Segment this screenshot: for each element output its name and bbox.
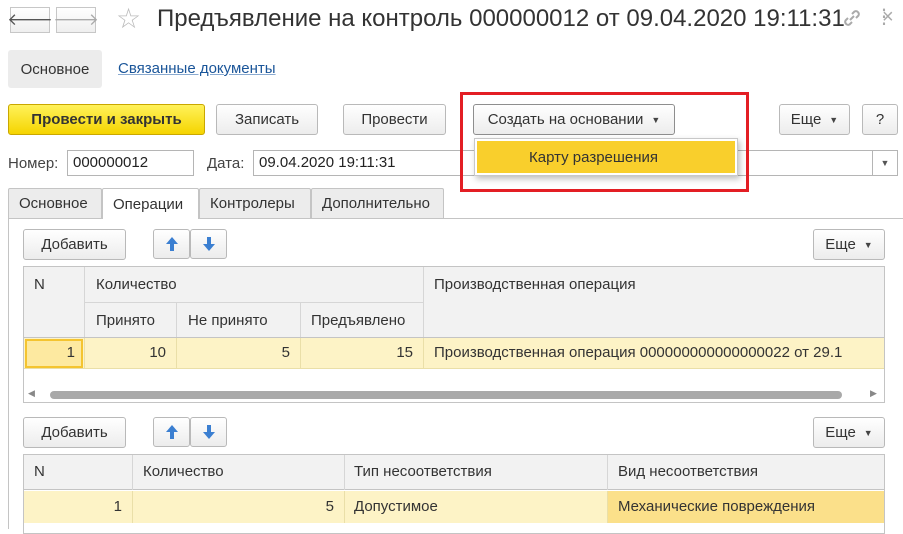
arrow-right-icon: 🡒 xyxy=(53,10,99,29)
nav-related-documents[interactable]: Связанные документы xyxy=(118,60,276,77)
tab-main[interactable]: Основное xyxy=(8,188,102,218)
post-and-close-button[interactable]: Провести и закрыть xyxy=(8,104,205,135)
add-button-2[interactable]: Добавить xyxy=(23,417,126,448)
col-quantity-header[interactable]: Количество xyxy=(96,276,177,293)
create-based-on-popup: Карту разрешения xyxy=(474,138,738,176)
arrow-up-icon xyxy=(165,425,178,439)
create-based-on-button[interactable]: Создать на основании ▼ xyxy=(473,104,675,135)
cell-presented: 15 xyxy=(396,344,413,361)
col-quantity-header[interactable]: Количество xyxy=(143,463,224,480)
forward-button[interactable]: 🡒 xyxy=(53,7,99,33)
cell-operation: Производственная операция 00000000000000… xyxy=(434,344,843,361)
cell-quantity: 5 xyxy=(325,498,334,515)
scrollbar-thumb[interactable] xyxy=(50,391,842,399)
table-row[interactable]: 1 10 5 15 Производственная операция 0000… xyxy=(24,338,884,369)
more-button[interactable]: Еще ▼ xyxy=(779,104,850,135)
tab-controllers[interactable]: Контролеры xyxy=(199,188,311,218)
cell-not-accepted: 5 xyxy=(281,344,290,361)
chevron-down-icon: ▼ xyxy=(863,239,873,250)
col-n-header[interactable]: N xyxy=(34,276,45,293)
arrow-up-icon xyxy=(165,237,178,251)
date-label: Дата: xyxy=(207,155,245,172)
add-button[interactable]: Добавить xyxy=(23,229,126,260)
scroll-left-icon[interactable]: ◀ xyxy=(28,388,35,399)
col-n-header[interactable]: N xyxy=(34,463,45,480)
page-title: Предъявление на контроль 000000012 от 09… xyxy=(157,5,845,32)
cell-type: Допустимое xyxy=(354,498,438,515)
move-down-button-2[interactable] xyxy=(190,417,227,447)
col-not-accepted-header[interactable]: Не принято xyxy=(188,312,268,329)
help-button[interactable]: ? xyxy=(862,104,898,135)
table-row[interactable]: 1 5 Допустимое Механические повреждения xyxy=(24,491,884,523)
move-down-button[interactable] xyxy=(190,229,227,259)
col-presented-header[interactable]: Предъявлено xyxy=(311,312,405,329)
scroll-right-icon[interactable]: ▶ xyxy=(870,388,877,399)
number-label: Номер: xyxy=(8,155,59,172)
col-kind-header[interactable]: Вид несоответствия xyxy=(618,463,758,480)
chevron-down-icon: ▼ xyxy=(651,114,661,125)
col-operation-header[interactable]: Производственная операция xyxy=(434,276,636,293)
chevron-down-icon: ▼ xyxy=(880,158,890,168)
nav-main[interactable]: Основное xyxy=(8,50,102,88)
move-up-button-2[interactable] xyxy=(153,417,190,447)
arrow-down-icon xyxy=(202,425,215,439)
save-button[interactable]: Записать xyxy=(216,104,318,135)
operations-table: N Количество Производственная операция П… xyxy=(23,266,885,403)
star-icon[interactable]: ☆ xyxy=(116,4,141,34)
menu-item-permit-card[interactable]: Карту разрешения xyxy=(477,141,735,173)
tab-additional[interactable]: Дополнительно xyxy=(311,188,444,218)
table1-more-button[interactable]: Еще ▼ xyxy=(813,229,885,260)
close-icon[interactable]: × xyxy=(882,4,894,30)
arrow-left-icon: 🡐 xyxy=(7,10,53,29)
table2-more-button[interactable]: Еще ▼ xyxy=(813,417,885,448)
col-type-header[interactable]: Тип несоответствия xyxy=(354,463,492,480)
chevron-down-icon: ▼ xyxy=(829,114,839,125)
col-accepted-header[interactable]: Принято xyxy=(96,312,155,329)
organization-dropdown-button[interactable]: ▼ xyxy=(872,150,898,176)
cell-n: 1 xyxy=(113,498,122,515)
cell-n: 1 xyxy=(66,344,75,361)
post-button[interactable]: Провести xyxy=(343,104,446,135)
tab-operations[interactable]: Операции xyxy=(102,188,199,219)
horizontal-scrollbar[interactable]: ◀ ▶ xyxy=(24,387,884,402)
link-icon[interactable] xyxy=(842,8,862,32)
cell-accepted: 10 xyxy=(149,344,166,361)
chevron-down-icon: ▼ xyxy=(863,427,873,438)
date-field[interactable]: 09.04.2020 19:11:31 xyxy=(253,150,478,176)
number-field[interactable]: 000000012 xyxy=(67,150,194,176)
move-up-button[interactable] xyxy=(153,229,190,259)
arrow-down-icon xyxy=(202,237,215,251)
back-button[interactable]: 🡐 xyxy=(7,7,53,33)
nonconformity-table: N Количество Тип несоответствия Вид несо… xyxy=(23,454,885,534)
cell-kind: Механические повреждения xyxy=(618,498,815,515)
